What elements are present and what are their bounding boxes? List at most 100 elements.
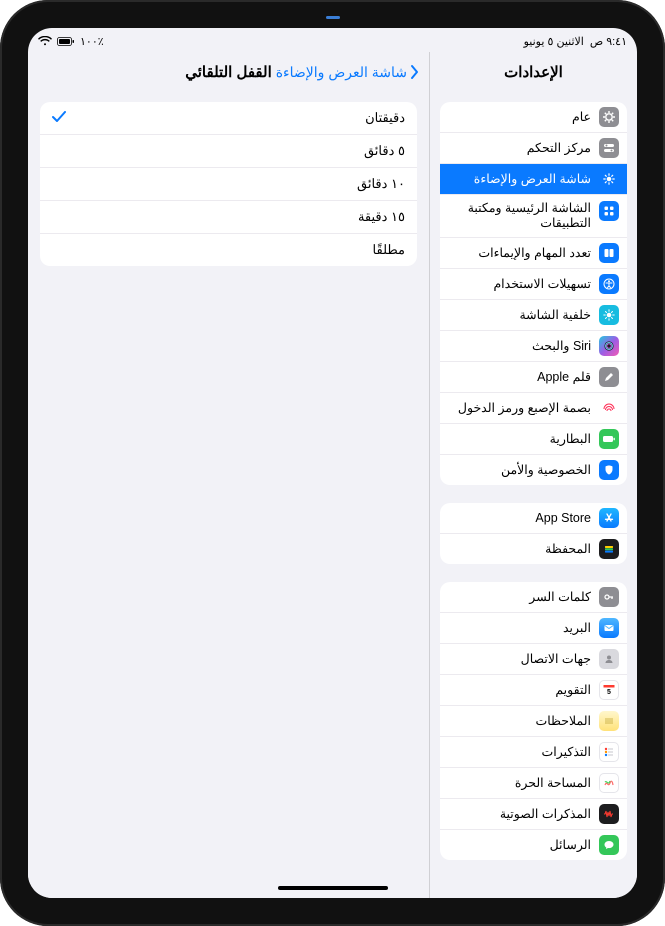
back-label: شاشة العرض والإضاءة bbox=[276, 64, 407, 81]
back-button[interactable]: شاشة العرض والإضاءة bbox=[276, 52, 419, 92]
sidebar-item-label: المساحة الحرة bbox=[448, 776, 591, 791]
sidebar-item-multitasking[interactable]: تعدد المهام والإيماءات bbox=[440, 237, 627, 268]
sidebar-item-wallet[interactable]: المحفظة bbox=[440, 533, 627, 564]
sidebar-item-privacy[interactable]: الخصوصية والأمن bbox=[440, 454, 627, 485]
sidebar-item-mail[interactable]: البريد bbox=[440, 612, 627, 643]
sidebar-item-label: المحفظة bbox=[448, 542, 591, 557]
option-label: دقيقتان bbox=[365, 110, 405, 126]
detail-pane: شاشة العرض والإضاءة القفل التلقائي دقيقت… bbox=[28, 52, 429, 898]
battery-icon bbox=[599, 429, 619, 449]
notes-icon bbox=[599, 711, 619, 731]
sidebar-item-pencil[interactable]: قلم Apple bbox=[440, 361, 627, 392]
sidebar-item-label: خلفية الشاشة bbox=[448, 308, 591, 323]
touchid-icon bbox=[599, 398, 619, 418]
sidebar-item-label: الشاشة الرئيسية ومكتبة التطبيقات bbox=[453, 201, 591, 231]
battery-percent: ٪١٠٠ bbox=[80, 35, 104, 48]
sidebar-item-label: التقويم bbox=[448, 683, 591, 698]
sidebar-item-display-brightness[interactable]: شاشة العرض والإضاءة bbox=[440, 163, 627, 194]
contacts-icon bbox=[599, 649, 619, 669]
sidebar-item-general[interactable]: عام bbox=[440, 102, 627, 132]
brightness-icon bbox=[599, 169, 619, 189]
sidebar-item-voice-memos[interactable]: المذكرات الصوتية bbox=[440, 798, 627, 829]
sidebar-item-label: عام bbox=[448, 110, 591, 125]
sidebar-item-label: Siri والبحث bbox=[448, 339, 591, 354]
sidebar-group-store: App Store المحفظة bbox=[440, 503, 627, 564]
appstore-icon bbox=[599, 508, 619, 528]
gear-icon bbox=[599, 107, 619, 127]
sidebar-item-home-screen[interactable]: الشاشة الرئيسية ومكتبة التطبيقات bbox=[440, 194, 627, 237]
sidebar-item-label: شاشة العرض والإضاءة bbox=[448, 172, 591, 187]
sidebar-item-reminders[interactable]: التذكيرات bbox=[440, 736, 627, 767]
sidebar-item-control-center[interactable]: مركز التحكم bbox=[440, 132, 627, 163]
voice-memos-icon bbox=[599, 804, 619, 824]
sidebar-item-accessibility[interactable]: تسهيلات الاستخدام bbox=[440, 268, 627, 299]
sidebar-item-touchid[interactable]: بصمة الإصبع ورمز الدخول bbox=[440, 392, 627, 423]
detail-title: القفل التلقائي bbox=[185, 63, 272, 81]
settings-sidebar: الإعدادات عام bbox=[429, 52, 637, 898]
sidebar-item-label: التذكيرات bbox=[448, 745, 591, 760]
sidebar-item-label: مركز التحكم bbox=[448, 141, 591, 156]
option-label: ١٠ دقائق bbox=[357, 176, 405, 192]
wallet-icon bbox=[599, 539, 619, 559]
status-time: ٩:٤١ ص bbox=[590, 35, 627, 48]
mail-icon bbox=[599, 618, 619, 638]
option-2-minutes[interactable]: دقيقتان bbox=[40, 102, 417, 134]
sidebar-item-label: الرسائل bbox=[448, 838, 591, 853]
sidebar-item-passwords[interactable]: كلمات السر bbox=[440, 582, 627, 612]
sidebar-item-siri[interactable]: Siri والبحث bbox=[440, 330, 627, 361]
sidebar-item-label: تعدد المهام والإيماءات bbox=[448, 246, 591, 261]
sidebar-item-label: المذكرات الصوتية bbox=[448, 807, 591, 822]
option-10-minutes[interactable]: ١٠ دقائق bbox=[40, 167, 417, 200]
messages-icon bbox=[599, 835, 619, 855]
sidebar-item-contacts[interactable]: جهات الاتصال bbox=[440, 643, 627, 674]
privacy-icon bbox=[599, 460, 619, 480]
option-label: ١٥ دقيقة bbox=[358, 209, 405, 225]
option-label: مطلقًا bbox=[373, 242, 405, 258]
sidebar-group-general: عام مركز التحكم شاشة العرض bbox=[440, 102, 627, 485]
sidebar-item-wallpaper[interactable]: خلفية الشاشة bbox=[440, 299, 627, 330]
sidebar-item-label: بصمة الإصبع ورمز الدخول bbox=[448, 401, 591, 416]
svg-text:5: 5 bbox=[607, 689, 611, 696]
option-15-minutes[interactable]: ١٥ دقيقة bbox=[40, 200, 417, 233]
sidebar-item-label: App Store bbox=[448, 511, 591, 526]
home-indicator[interactable] bbox=[278, 886, 388, 890]
sidebar-item-battery[interactable]: البطارية bbox=[440, 423, 627, 454]
wifi-icon bbox=[38, 36, 52, 46]
sidebar-item-label: البريد bbox=[448, 621, 591, 636]
option-never[interactable]: مطلقًا bbox=[40, 233, 417, 266]
sidebar-scroll[interactable]: عام مركز التحكم شاشة العرض bbox=[430, 92, 637, 898]
status-date: الاثنين ٥ يونيو bbox=[524, 35, 584, 48]
sidebar-item-calendar[interactable]: 5 التقويم bbox=[440, 674, 627, 705]
status-bar: ٩:٤١ ص الاثنين ٥ يونيو ٪١٠٠ bbox=[28, 28, 637, 52]
reminders-icon bbox=[599, 742, 619, 762]
pencil-icon bbox=[599, 367, 619, 387]
checkmark-icon bbox=[52, 110, 68, 126]
detail-header: شاشة العرض والإضاءة القفل التلقائي bbox=[28, 52, 429, 92]
option-5-minutes[interactable]: ٥ دقائق bbox=[40, 134, 417, 167]
home-grid-icon bbox=[599, 201, 619, 221]
sidebar-item-appstore[interactable]: App Store bbox=[440, 503, 627, 533]
screen: ٩:٤١ ص الاثنين ٥ يونيو ٪١٠٠ الإعدادات bbox=[28, 28, 637, 898]
multitask-icon bbox=[599, 243, 619, 263]
sidebar-item-freeform[interactable]: المساحة الحرة bbox=[440, 767, 627, 798]
wallpaper-icon bbox=[599, 305, 619, 325]
sidebar-group-apps: كلمات السر البريد جهات الا bbox=[440, 582, 627, 860]
sidebar-item-label: تسهيلات الاستخدام bbox=[448, 277, 591, 292]
sidebar-item-label: كلمات السر bbox=[448, 590, 591, 605]
sidebar-item-label: قلم Apple bbox=[448, 370, 591, 385]
key-icon bbox=[599, 587, 619, 607]
calendar-icon: 5 bbox=[599, 680, 619, 700]
switches-icon bbox=[599, 138, 619, 158]
siri-icon bbox=[599, 336, 619, 356]
freeform-icon bbox=[599, 773, 619, 793]
sidebar-item-label: البطارية bbox=[448, 432, 591, 447]
option-label: ٥ دقائق bbox=[364, 143, 405, 159]
sidebar-item-messages[interactable]: الرسائل bbox=[440, 829, 627, 860]
chevron-right-icon bbox=[409, 64, 419, 80]
sidebar-item-label: الملاحظات bbox=[448, 714, 591, 729]
ipad-frame: ٩:٤١ ص الاثنين ٥ يونيو ٪١٠٠ الإعدادات bbox=[0, 0, 665, 926]
sidebar-item-label: الخصوصية والأمن bbox=[448, 463, 591, 478]
camera-indicator bbox=[326, 16, 340, 19]
sidebar-item-notes[interactable]: الملاحظات bbox=[440, 705, 627, 736]
accessibility-icon bbox=[599, 274, 619, 294]
